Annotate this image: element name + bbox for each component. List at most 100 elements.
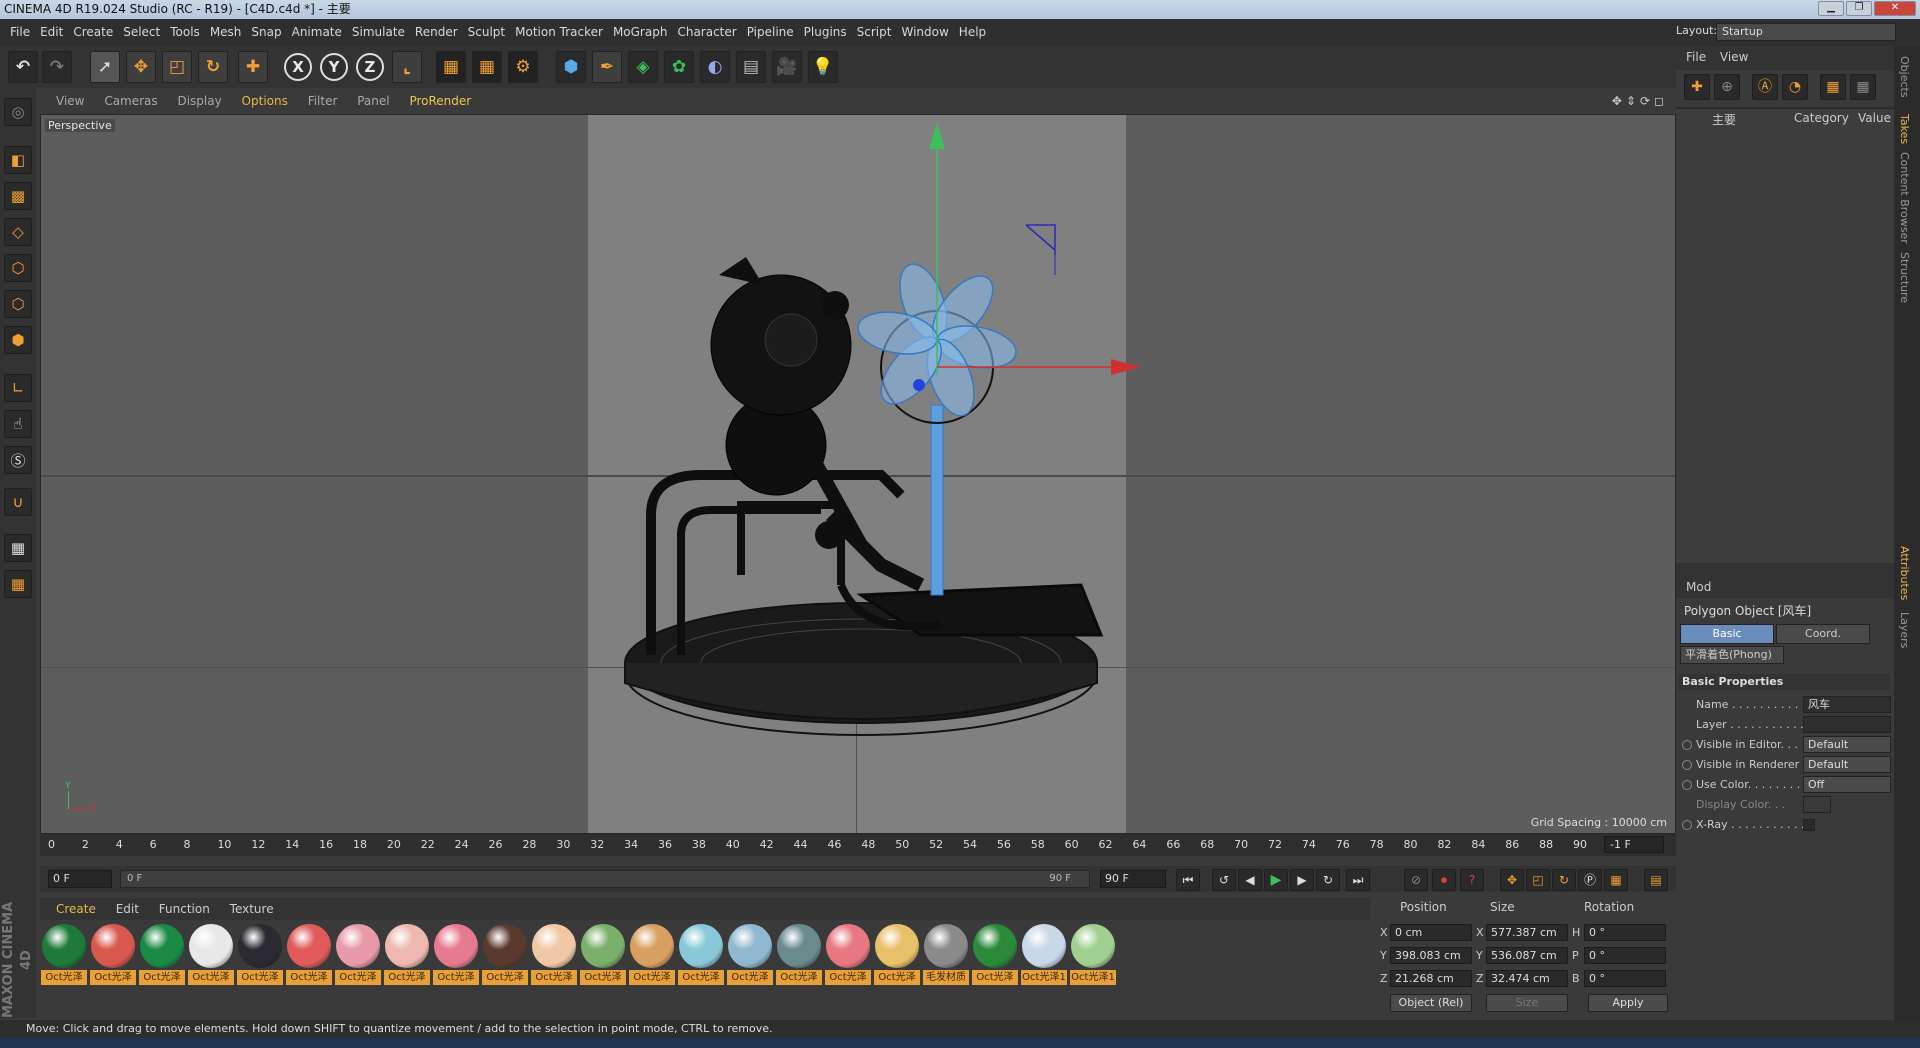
side-tab-objects[interactable]: Objects xyxy=(1898,56,1911,98)
pos-z-field[interactable]: 21.268 cm xyxy=(1390,970,1472,987)
material-menu-edit[interactable]: Edit xyxy=(116,902,139,916)
material-swatch[interactable]: Oct光泽 xyxy=(188,924,234,986)
material-swatch[interactable]: Oct光泽 xyxy=(433,924,479,986)
z-axis-icon[interactable]: Z xyxy=(356,53,384,81)
material-menu-create[interactable]: Create xyxy=(56,902,96,916)
radio-icon[interactable] xyxy=(1682,820,1692,830)
viewport-menu-options[interactable]: Options xyxy=(242,94,288,108)
polygons-mode-icon[interactable]: ⬢ xyxy=(4,326,32,354)
end-frame-field[interactable]: 90 F xyxy=(1100,870,1166,888)
material-swatch[interactable]: Oct光泽 xyxy=(335,924,381,986)
lock-takes-icon[interactable]: ▦ xyxy=(1850,74,1876,100)
rotate-icon[interactable]: ↻ xyxy=(198,51,228,83)
move-icon[interactable]: ✥ xyxy=(126,51,156,83)
tweak-icon[interactable]: ☝ xyxy=(4,410,32,438)
override-group-icon[interactable]: ◔ xyxy=(1782,74,1808,100)
rot-h-field[interactable]: 0 ° xyxy=(1584,924,1666,941)
category-column[interactable]: Category xyxy=(1794,111,1849,125)
model-mode-icon[interactable]: ◧ xyxy=(4,146,32,174)
apply-button[interactable]: Apply xyxy=(1588,994,1668,1012)
side-tab-takes[interactable]: Takes xyxy=(1898,114,1911,144)
planar-workplane-icon[interactable]: ▦ xyxy=(4,570,32,598)
maximize-icon[interactable]: ❐ xyxy=(1846,1,1872,16)
prev-frame-icon[interactable]: ◀ xyxy=(1238,869,1262,891)
size-z-field[interactable]: 32.474 cm xyxy=(1486,970,1568,987)
side-tab-attributes[interactable]: Attributes xyxy=(1898,546,1911,600)
viewport-menu-view[interactable]: View xyxy=(56,94,84,108)
display-color-swatch[interactable] xyxy=(1803,796,1831,813)
material-swatch[interactable]: Oct光泽 xyxy=(384,924,430,986)
size-mode-select[interactable]: Size xyxy=(1486,994,1568,1012)
material-swatch[interactable]: Oct光泽 xyxy=(580,924,626,986)
key-parameter-icon[interactable]: Ⓟ xyxy=(1578,869,1602,891)
xray-checkbox[interactable] xyxy=(1803,819,1815,831)
material-swatch[interactable]: Oct光泽 xyxy=(825,924,871,986)
goto-end-icon[interactable]: ⏭ xyxy=(1346,869,1370,891)
render-picture-viewer-icon[interactable]: ▦ xyxy=(472,51,502,83)
size-x-field[interactable]: 577.387 cm xyxy=(1486,924,1568,941)
close-icon[interactable]: ✕ xyxy=(1874,1,1916,16)
material-swatch[interactable]: Oct光泽 xyxy=(90,924,136,986)
render-takes-icon[interactable]: ▦ xyxy=(1820,74,1846,100)
pos-x-field[interactable]: 0 cm xyxy=(1390,924,1472,941)
play-icon[interactable]: ▶ xyxy=(1264,869,1288,891)
value-column[interactable]: Value xyxy=(1858,111,1891,125)
side-tab-content-browser[interactable]: Content Browser xyxy=(1898,152,1911,244)
material-swatch[interactable]: Oct光泽 xyxy=(972,924,1018,986)
render-view-icon[interactable]: ▦ xyxy=(436,51,466,83)
pos-y-field[interactable]: 398.083 cm xyxy=(1390,947,1472,964)
material-menu-function[interactable]: Function xyxy=(159,902,210,916)
coordinate-system-icon[interactable]: ⌞ xyxy=(392,51,422,83)
scale-icon[interactable]: ◰ xyxy=(162,51,192,83)
material-swatch[interactable]: Oct光泽 xyxy=(531,924,577,986)
axis-mode-icon[interactable]: ∟ xyxy=(4,374,32,402)
material-swatch[interactable]: Oct光泽 xyxy=(237,924,283,986)
x-axis-icon[interactable]: X xyxy=(284,53,312,81)
solo-icon[interactable]: Ⓢ xyxy=(4,446,32,474)
take-main-item[interactable]: 主要 xyxy=(1712,111,1736,128)
camera-icon[interactable]: 🎥 xyxy=(772,51,802,83)
tab-coord[interactable]: Coord. xyxy=(1776,624,1870,644)
takes-list[interactable]: 主要 Category Value xyxy=(1676,108,1894,563)
scene-wireframe[interactable] xyxy=(41,115,1676,834)
attributes-mode-menu[interactable]: Mod xyxy=(1676,576,1894,598)
material-swatch[interactable]: Oct光泽 xyxy=(286,924,332,986)
material-swatch[interactable]: Oct光泽1 xyxy=(1070,924,1116,986)
record-keys-icon[interactable]: ⊘ xyxy=(1404,869,1428,891)
select-icon[interactable]: ➚ xyxy=(90,51,120,83)
transform-icon[interactable]: ✚ xyxy=(238,51,268,83)
autokey-icon[interactable]: ⏺ xyxy=(1432,869,1456,891)
viewport-menu-cameras[interactable]: Cameras xyxy=(104,94,157,108)
keyframe-selection-icon[interactable]: ? xyxy=(1460,869,1484,891)
material-swatch[interactable]: Oct光泽 xyxy=(678,924,724,986)
rot-p-field[interactable]: 0 ° xyxy=(1584,947,1666,964)
mograph-cloner-icon[interactable]: ✿ xyxy=(664,51,694,83)
material-menu-texture[interactable]: Texture xyxy=(230,902,274,916)
edges-mode-icon[interactable]: ⬡ xyxy=(4,290,32,318)
redo-icon[interactable]: ↷ xyxy=(42,51,72,83)
coordinate-mode-select[interactable]: Object (Rel) xyxy=(1390,994,1472,1012)
key-pla-icon[interactable]: ▦ xyxy=(1604,869,1628,891)
prev-key-icon[interactable]: ↺ xyxy=(1212,869,1236,891)
viewport-nav-icons[interactable]: ✥⇕⟳◻ xyxy=(1612,88,1668,114)
auto-take-icon[interactable]: Ⓐ xyxy=(1752,74,1778,100)
make-editable-icon[interactable]: ◎ xyxy=(4,98,32,126)
key-scale-icon[interactable]: ◰ xyxy=(1526,869,1550,891)
takes-menu-file[interactable]: File xyxy=(1686,50,1706,64)
start-frame-field[interactable]: 0 F xyxy=(48,870,112,888)
edit-render-settings-icon[interactable]: ⚙ xyxy=(508,51,538,83)
radio-icon[interactable] xyxy=(1682,760,1692,770)
texture-mode-icon[interactable]: ▩ xyxy=(4,182,32,210)
minimize-icon[interactable]: ▁ xyxy=(1818,1,1844,16)
pen-icon[interactable]: ✒ xyxy=(592,51,622,83)
radio-icon[interactable] xyxy=(1682,740,1692,750)
snap-icon[interactable]: ∪ xyxy=(4,488,32,516)
frame-range-slider[interactable]: 0 F 90 F xyxy=(120,870,1090,888)
points-mode-icon[interactable]: ⬡ xyxy=(4,254,32,282)
viewport-menu-display[interactable]: Display xyxy=(177,94,221,108)
material-swatch[interactable]: Oct光泽 xyxy=(874,924,920,986)
layout-select[interactable]: Startup xyxy=(1716,23,1896,41)
material-swatch[interactable]: Oct光泽 xyxy=(727,924,773,986)
prop-layer-field[interactable] xyxy=(1803,716,1891,733)
tab-basic[interactable]: Basic xyxy=(1680,624,1774,644)
